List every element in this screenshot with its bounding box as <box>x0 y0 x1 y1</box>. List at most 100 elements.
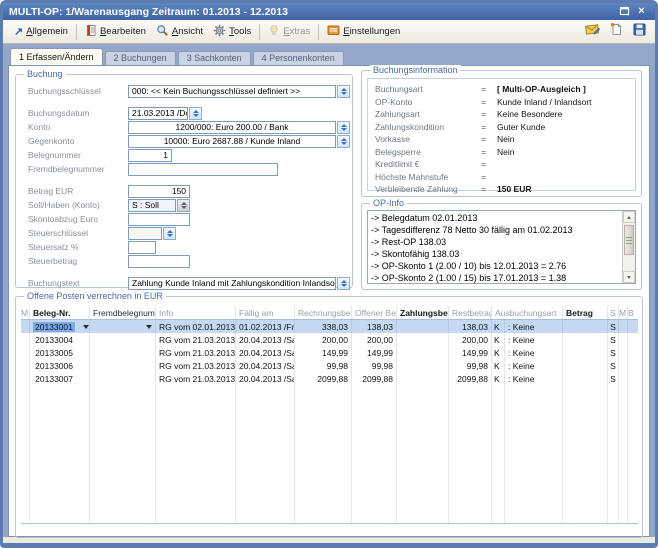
magnifier-icon <box>156 24 169 40</box>
op-info-line: -> Belegdatum 02.01.2013 <box>371 212 619 224</box>
toolbar-separator <box>259 24 260 40</box>
groupbox-buchungsinformation-title: Buchungsinformation <box>370 65 461 75</box>
notebook-icon <box>85 24 97 40</box>
op-info-line: -> Rest-OP 138.03 <box>371 236 619 248</box>
groupbox-op-info-title: OP-Info <box>370 198 407 208</box>
skontoabzug-input[interactable] <box>128 213 190 226</box>
steuerschluessel-combo[interactable] <box>128 227 176 240</box>
op-info-lines: -> Belegdatum 02.01.2013 -> Tagesdiffere… <box>368 211 622 283</box>
scrollbar-track[interactable] <box>623 223 635 271</box>
form-row: Steuersatz % <box>16 240 352 254</box>
form-row: Steuerschlüssel <box>16 226 352 240</box>
buchungsinformation-box: Buchungsart=[ Multi-OP-Ausgleich ] OP-Ko… <box>367 78 636 191</box>
restore-button[interactable] <box>617 5 632 18</box>
betrag-input[interactable]: 150 <box>128 185 190 198</box>
steuersatz-input[interactable] <box>128 241 156 254</box>
spinner-button[interactable] <box>337 121 350 134</box>
tab-sachkonten[interactable]: 3 Sachkonten <box>178 51 251 65</box>
spinner-button[interactable] <box>337 85 350 98</box>
scroll-down-button[interactable] <box>623 271 635 283</box>
offene-posten-table: M Beleg-Nr. Fremdbelegnummer Info Fällig… <box>21 306 638 533</box>
info-row: Vorkasse=Nein <box>368 133 635 146</box>
op-info-line: -> Tagesdifferenz 78 Netto 30 fällig am … <box>371 224 619 236</box>
lamp-icon <box>268 24 280 39</box>
form-row: Buchungsschlüssel 000: << Kein Buchungss… <box>16 84 352 98</box>
steuerbetrag-input[interactable] <box>128 255 190 268</box>
belegnummer-input[interactable]: 1 <box>128 149 172 162</box>
chevron-down-icon <box>627 276 631 279</box>
form-row: Steuerbetrag <box>16 254 352 268</box>
tab-panel: Buchung Buchungsschlüssel 000: << Kein B… <box>8 65 650 537</box>
groupbox-buchung-title: Buchung <box>24 69 66 79</box>
spinner-button[interactable] <box>337 135 350 148</box>
tab-personenkonten[interactable]: 4 Personenkonten <box>253 51 344 65</box>
gear-icon <box>213 24 226 40</box>
tab-buchungen[interactable]: 2 Buchungen <box>105 51 176 65</box>
stamp-icon <box>585 22 601 41</box>
op-info-listbox: -> Belegdatum 02.01.2013 -> Tagesdiffere… <box>367 210 636 284</box>
menu-item-allgemein[interactable]: ↗ Allgemein <box>9 24 73 39</box>
new-document-button[interactable] <box>606 22 626 42</box>
gegenkonto-combo[interactable]: 10000: Euro 2687.88 / Kunde Inland <box>128 135 350 148</box>
menu-item-ansicht[interactable]: Ansicht <box>151 22 208 42</box>
buchungsschluessel-combo[interactable]: 000: << Kein Buchungsschlüssel definiert… <box>128 85 350 98</box>
arrow-ne-icon: ↗ <box>14 27 23 37</box>
spinner-button[interactable] <box>163 227 176 240</box>
table-footer-space <box>21 524 638 533</box>
form-row: Belegnummer 1 <box>16 148 352 162</box>
form-row: Gegenkonto 10000: Euro 2687.88 / Kunde I… <box>16 134 352 148</box>
info-row: Zahlungskondition=Guter Kunde <box>368 121 635 134</box>
close-icon: × <box>638 6 644 17</box>
dropdown-arrow-icon[interactable] <box>83 325 89 329</box>
info-row: Buchungsart=[ Multi-OP-Ausgleich ] <box>368 83 635 96</box>
info-row: Zahlungsart=Keine Besondere <box>368 108 635 121</box>
form-row: Betrag EUR 150 <box>16 184 352 198</box>
post-button[interactable] <box>583 22 603 42</box>
tab-erfassen-aendern[interactable]: 1 Erfassen/Ändern <box>10 48 103 65</box>
spinner-button[interactable] <box>337 277 350 290</box>
info-row: Höchste Mahnstufe= <box>368 171 635 184</box>
spinner-button[interactable] <box>177 199 190 212</box>
fremdbelegnummer-input[interactable] <box>128 163 278 176</box>
op-info-scrollbar[interactable] <box>622 211 635 283</box>
beleg-cell-selected: 20133001 <box>33 322 75 332</box>
konto-combo[interactable]: 1200/000: Euro 200.00 / Bank <box>128 121 350 134</box>
form-row: Konto 1200/000: Euro 200.00 / Bank <box>16 120 352 134</box>
tabstrip: 1 Erfassen/Ändern 2 Buchungen 3 Sachkont… <box>8 48 650 65</box>
menu-item-extras[interactable]: Extras <box>263 22 315 41</box>
scroll-up-button[interactable] <box>623 211 635 223</box>
form-row: Skontoabzug Euro <box>16 212 352 226</box>
groupbox-offene-posten-title: Offene Posten verrechnen in EUR <box>24 291 166 301</box>
menu-item-bearbeiten[interactable]: Bearbeiten <box>80 22 151 42</box>
scrollbar-thumb[interactable] <box>624 225 634 255</box>
table-row[interactable]: 20133006 RG vom 21.03.2013 20.04.2013 /S… <box>21 359 638 372</box>
app-window: MULTI-OP: 1/Warenausgang Zeitraum: 01.20… <box>0 0 658 548</box>
save-button[interactable] <box>629 22 649 42</box>
toolbar-separator <box>76 24 77 40</box>
table-row[interactable]: 20133004 RG vom 21.03.2013 20.04.2013 /S… <box>21 333 638 346</box>
table-header-row: M Beleg-Nr. Fremdbelegnummer Info Fällig… <box>21 306 638 320</box>
close-button[interactable]: × <box>634 5 649 18</box>
groupbox-offene-posten: Offene Posten verrechnen in EUR M Beleg-… <box>15 296 643 538</box>
info-row: Verbleibende Zahlung=150 EUR <box>368 183 635 196</box>
menu-item-einstellungen[interactable]: Einstellungen <box>322 22 405 41</box>
op-info-line: -> OP-Skonto 2 (1.00 / 15) bis 17.01.201… <box>371 272 619 283</box>
spinner-button[interactable] <box>189 107 202 120</box>
form-row: Buchungsdatum 21.03.2013 /Do <box>16 106 352 120</box>
titlebar: MULTI-OP: 1/Warenausgang Zeitraum: 01.20… <box>3 3 655 20</box>
table-row[interactable]: 20133007 RG vom 21.03.2013 20.04.2013 /S… <box>21 372 638 385</box>
op-info-line: -> Skontofähig 138.03 <box>371 248 619 260</box>
table-row[interactable]: 20133005 RG vom 21.03.2013 20.04.2013 /S… <box>21 346 638 359</box>
table-row-selected[interactable]: 20133001 RG vom 02.01.2013 01.02.2013 /F… <box>21 320 638 333</box>
groupbox-buchung: Buchung Buchungsschlüssel 000: << Kein B… <box>15 74 353 288</box>
buchungstext-combo[interactable]: Zahlung Kunde Inland mit Zahlungskonditi… <box>128 277 350 290</box>
menu-item-tools[interactable]: Tools <box>208 22 256 42</box>
dropdown-arrow-icon[interactable] <box>146 325 152 329</box>
form-row: Buchungstext Zahlung Kunde Inland mit Za… <box>16 276 352 290</box>
form-row: Soll/Haben (Konto) S : Soll <box>16 198 352 212</box>
buchungsdatum-combo[interactable]: 21.03.2013 /Do <box>128 107 202 120</box>
soll-haben-combo[interactable]: S : Soll <box>128 199 190 212</box>
groupbox-buchungsinformation: Buchungsinformation Buchungsart=[ Multi-… <box>361 70 642 197</box>
info-row: Kreditlimit €= <box>368 158 635 171</box>
window-title: MULTI-OP: 1/Warenausgang Zeitraum: 01.20… <box>9 6 615 18</box>
